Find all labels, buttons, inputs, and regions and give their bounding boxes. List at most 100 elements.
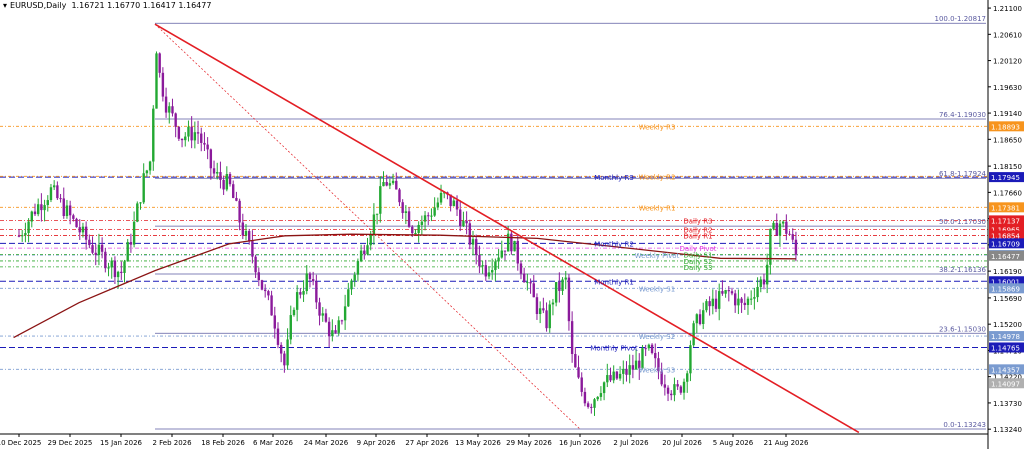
bearish-candle (740, 298, 743, 303)
bearish-candle (56, 185, 59, 199)
bullish-candle (97, 244, 101, 256)
time-tick-label: 29 May 2026 (506, 439, 552, 447)
bullish-candle (749, 298, 753, 300)
price-tick-label: 1.16190 (993, 268, 1022, 276)
bearish-candle (299, 292, 302, 295)
bearish-candle (427, 215, 430, 217)
bullish-candle (487, 272, 491, 277)
bearish-candle (241, 222, 245, 236)
bearish-candle (100, 244, 104, 252)
bullish-candle (692, 323, 695, 346)
bearish-candle (279, 344, 283, 354)
bearish-candle (257, 272, 260, 281)
bearish-candle (196, 132, 200, 134)
bearish-candle (567, 277, 571, 322)
bullish-candle (593, 399, 596, 408)
bullish-candle (343, 306, 347, 321)
bearish-candle (484, 265, 488, 277)
bullish-candle (187, 126, 190, 137)
bullish-candle (602, 382, 606, 394)
current-price-label: 1.16477 (991, 253, 1020, 261)
symbol-label: EURUSD,Daily (10, 1, 67, 10)
bearish-candle (276, 328, 280, 345)
time-tick-label: 24 Mar 2026 (304, 439, 349, 447)
price-tick-label: 1.19630 (993, 84, 1022, 92)
bullish-candle (20, 235, 24, 237)
bearish-candle (785, 221, 788, 234)
bullish-candle (433, 207, 436, 216)
pivot-label: Weekly R3 (639, 123, 676, 131)
chart-header: ▾ EURUSD,Daily 1.16721 1.16770 1.16417 1.… (3, 1, 211, 10)
bullish-candle (155, 53, 158, 109)
bearish-candle (40, 204, 43, 211)
bearish-candle (730, 291, 734, 294)
bearish-candle (311, 279, 315, 282)
bullish-candle (612, 371, 615, 381)
bullish-candle (369, 234, 372, 246)
bearish-candle (209, 149, 213, 169)
time-tick-label: 13 May 2026 (455, 439, 501, 447)
bearish-candle (407, 211, 411, 227)
bearish-candle (590, 406, 593, 408)
bearish-candle (33, 211, 37, 215)
bullish-candle (295, 292, 299, 310)
bearish-candle (174, 113, 177, 127)
bullish-candle (379, 186, 382, 214)
bearish-candle (190, 126, 193, 141)
bullish-candle (321, 313, 324, 316)
price-tick-label: 1.19140 (993, 110, 1022, 118)
bullish-candle (513, 240, 516, 252)
bearish-candle (324, 313, 328, 322)
triangle-down-icon[interactable]: ▾ (3, 1, 7, 10)
time-tick-label: 9 Apr 2026 (357, 439, 396, 447)
bearish-candle (516, 240, 519, 264)
bearish-candle (232, 184, 235, 198)
bullish-candle (359, 250, 363, 262)
bullish-candle (462, 220, 465, 227)
price-tag-label: 1.14097 (991, 380, 1020, 388)
bearish-candle (698, 314, 702, 325)
bullish-candle (302, 291, 305, 295)
bullish-candle (350, 280, 353, 290)
bullish-candle (244, 231, 248, 236)
bearish-candle (475, 239, 478, 256)
bearish-candle (318, 302, 321, 316)
bearish-candle (395, 180, 398, 190)
bullish-candle (65, 205, 69, 217)
price-tag-label: 1.18893 (991, 123, 1020, 131)
bearish-candle (670, 393, 673, 396)
bullish-candle (564, 277, 567, 280)
bullish-candle (132, 221, 136, 245)
bearish-candle (401, 202, 404, 213)
bearish-candle (574, 353, 577, 368)
chart-svg[interactable]: 100.0-1.20817 76.4-1.19030 61.8-1.17924 50.… (0, 0, 1024, 449)
pivot-label: Weekly S3 (639, 366, 675, 374)
bullish-candle (596, 396, 599, 400)
bullish-candle (471, 239, 475, 245)
fib-level-label: 23.6-1.15030 (939, 325, 986, 333)
bearish-candle (654, 353, 657, 359)
bearish-candle (91, 245, 94, 253)
bearish-candle (340, 320, 344, 322)
bullish-candle (702, 310, 705, 325)
bullish-candle (110, 260, 113, 268)
time-tick-label: 2 Jul 2026 (613, 439, 649, 447)
time-tick-label: 18 Feb 2026 (201, 439, 245, 447)
fib-level-label: 100.0-1.20817 (934, 15, 986, 23)
bullish-candle (152, 108, 155, 162)
bearish-candle (164, 96, 168, 113)
bearish-candle (158, 53, 161, 73)
bearish-candle (625, 368, 628, 375)
bearish-candle (219, 172, 222, 180)
bullish-candle (414, 233, 417, 235)
bearish-candle (542, 308, 545, 311)
bearish-candle (663, 384, 667, 388)
price-tag-label: 1.14765 (991, 344, 1020, 352)
bearish-candle (228, 174, 232, 185)
bullish-candle (769, 228, 772, 265)
time-tick-label: 21 Aug 2026 (764, 439, 809, 447)
bullish-candle (30, 211, 33, 222)
bullish-candle (647, 344, 651, 349)
bearish-candle (235, 197, 238, 201)
bullish-candle (634, 360, 638, 370)
